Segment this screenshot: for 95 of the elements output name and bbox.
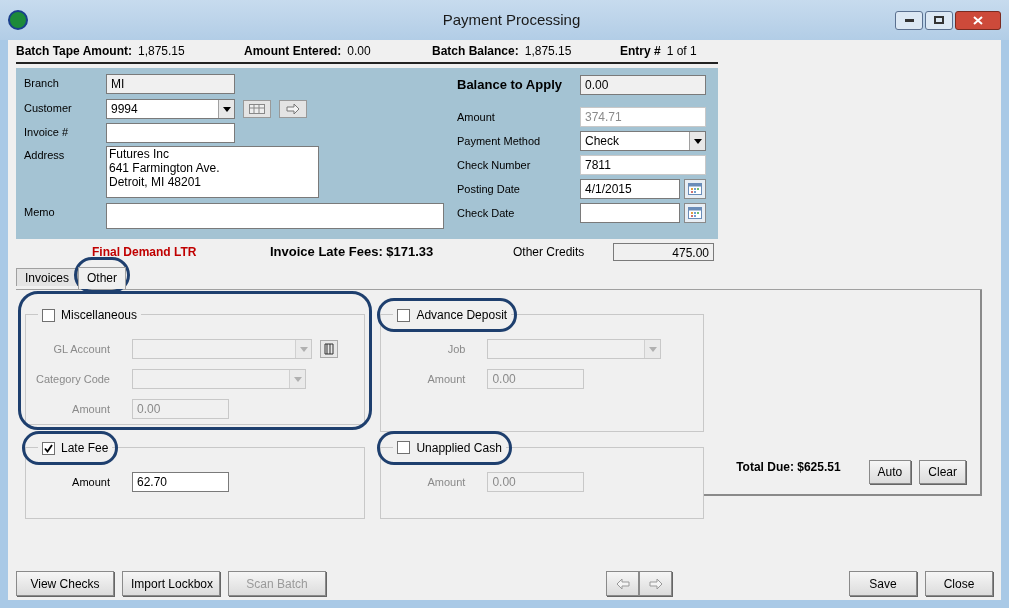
restore-icon bbox=[934, 16, 944, 24]
grid-icon bbox=[249, 104, 265, 114]
go-button[interactable] bbox=[279, 100, 307, 118]
field-label: Posting Date bbox=[457, 181, 521, 197]
checkbox[interactable] bbox=[42, 441, 55, 455]
action-button[interactable]: Auto bbox=[868, 460, 912, 484]
batch-label: Batch Balance: bbox=[432, 43, 519, 60]
close-icon bbox=[973, 15, 983, 25]
footer-button[interactable]: Import Lockbox bbox=[122, 571, 220, 596]
dropdown-field[interactable] bbox=[487, 339, 662, 359]
field-label: Category Code bbox=[35, 371, 111, 387]
caret-icon bbox=[222, 106, 231, 112]
section-title: Unapplied Cash bbox=[416, 439, 502, 457]
checkmark-icon bbox=[44, 443, 53, 453]
field-label: Invoice # bbox=[24, 125, 70, 140]
balance-field: 0.00 bbox=[580, 75, 706, 95]
batch-value: 1,875.15 bbox=[524, 43, 572, 60]
book-button[interactable] bbox=[320, 340, 338, 358]
late-fees-text: Invoice Late Fees: $171.33 bbox=[270, 243, 435, 262]
invoice-field[interactable] bbox=[106, 123, 235, 143]
tab[interactable]: Other bbox=[78, 266, 127, 289]
calendar-button[interactable] bbox=[684, 179, 706, 199]
caret-icon bbox=[693, 138, 702, 144]
lookup-button[interactable] bbox=[243, 100, 271, 118]
action-button[interactable]: Clear bbox=[919, 460, 966, 484]
field-label: Amount bbox=[426, 474, 467, 490]
dropdown-field[interactable] bbox=[132, 369, 306, 389]
book-icon bbox=[324, 343, 334, 355]
address-field[interactable]: Futures Inc 641 Farmington Ave. Detroit, MI 48201 bbox=[106, 146, 319, 198]
amount-field[interactable]: 62.70 bbox=[132, 472, 229, 493]
checkbox[interactable] bbox=[397, 441, 411, 455]
section-title: Advance Deposit bbox=[416, 307, 508, 324]
minimize-button[interactable] bbox=[895, 10, 923, 30]
memo-field[interactable] bbox=[106, 203, 444, 229]
batch-label: Amount Entered: bbox=[244, 43, 342, 60]
text-field[interactable]: 7811 bbox=[580, 155, 706, 175]
field-label: Payment Method bbox=[457, 133, 542, 149]
field-label: GL Account bbox=[52, 341, 111, 357]
caret-icon bbox=[293, 376, 302, 382]
date-field[interactable] bbox=[580, 203, 680, 223]
other-credits-field: 475.00 bbox=[613, 243, 714, 261]
batch-label: Batch Tape Amount: bbox=[16, 43, 132, 60]
alert-text: Final Demand LTR bbox=[92, 244, 198, 261]
customer-value: 9994 bbox=[110, 101, 139, 118]
dropdown-value: Check bbox=[584, 133, 620, 150]
close-button[interactable] bbox=[955, 10, 1001, 30]
window-title: Payment Processing bbox=[441, 9, 582, 30]
field-label: Amount bbox=[71, 401, 111, 417]
field-label: Amount bbox=[426, 371, 467, 387]
arrow-left-icon bbox=[615, 578, 630, 589]
other-credits-label: Other Credits bbox=[513, 244, 586, 261]
footer-button[interactable]: Save bbox=[849, 571, 917, 596]
caret-icon bbox=[299, 346, 308, 352]
branch-field[interactable]: MI bbox=[106, 74, 235, 94]
field-label: Customer bbox=[24, 101, 73, 116]
field-label: Check Number bbox=[457, 157, 532, 173]
app-logo-icon bbox=[8, 10, 28, 30]
next-button[interactable] bbox=[639, 571, 672, 596]
batch-value: 0.00 bbox=[347, 43, 371, 60]
section-title: Miscellaneous bbox=[61, 307, 138, 324]
customer-dropdown[interactable]: 9994 bbox=[106, 99, 235, 119]
previous-button[interactable] bbox=[606, 571, 639, 596]
total-due-text: Total Due: $625.51 bbox=[736, 459, 841, 476]
field-label: Amount bbox=[71, 474, 111, 490]
batch-value: 1 of 1 bbox=[666, 43, 697, 60]
field-label: Branch bbox=[24, 76, 60, 91]
maximize-button[interactable] bbox=[925, 10, 953, 30]
address-line: Detroit, MI 48201 bbox=[109, 175, 203, 189]
footer-button[interactable]: View Checks bbox=[16, 571, 114, 596]
tab[interactable]: Invoices bbox=[16, 268, 79, 286]
date-field[interactable]: 4/1/2015 bbox=[580, 179, 680, 199]
dropdown-button[interactable] bbox=[218, 100, 234, 118]
calendar-button[interactable] bbox=[684, 203, 706, 223]
batch-value: 1,875.15 bbox=[138, 43, 185, 60]
field-label: Check Date bbox=[457, 205, 516, 221]
field-label: Address bbox=[24, 148, 66, 163]
calendar-icon bbox=[688, 207, 702, 219]
arrow-right-icon bbox=[286, 104, 300, 114]
field-label: Memo bbox=[24, 205, 56, 220]
checkbox[interactable] bbox=[42, 308, 55, 322]
caret-icon bbox=[648, 346, 657, 352]
field-label: Job bbox=[446, 341, 467, 357]
footer-button[interactable]: Close bbox=[925, 571, 993, 596]
minimize-icon bbox=[904, 18, 914, 22]
arrow-right-icon bbox=[648, 578, 663, 589]
payment-method-dropdown[interactable]: Check bbox=[580, 131, 706, 151]
balance-label: Balance to Apply bbox=[457, 76, 563, 95]
batch-label: Entry # bbox=[620, 43, 661, 60]
field-label: Amount bbox=[457, 109, 496, 125]
address-line: Futures Inc bbox=[109, 147, 171, 161]
calendar-icon bbox=[688, 183, 702, 195]
section-title: Late Fee bbox=[61, 440, 109, 458]
address-line: 641 Farmington Ave. bbox=[109, 161, 221, 175]
dropdown-button[interactable] bbox=[689, 132, 705, 150]
checkbox[interactable] bbox=[397, 308, 411, 322]
